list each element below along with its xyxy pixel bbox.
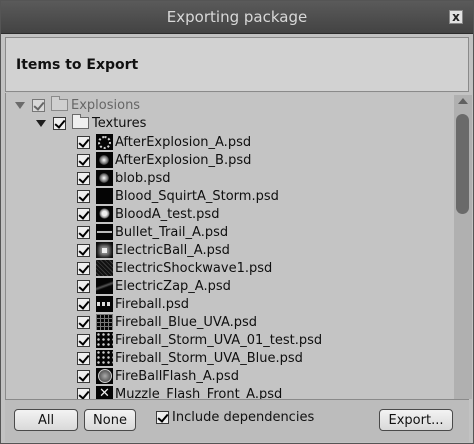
- tree-item-label: Explosions: [71, 97, 141, 113]
- file-checkbox[interactable]: [77, 207, 90, 221]
- file-label: Fireball.psd: [115, 296, 190, 312]
- fire-strip-thumb-icon: [96, 296, 113, 312]
- file-row[interactable]: Bullet_Trail_A.psd: [77, 223, 228, 241]
- select-none-button[interactable]: None: [84, 409, 136, 431]
- file-label: AfterExplosion_B.psd: [115, 152, 252, 168]
- folder-icon: [72, 114, 89, 129]
- file-row[interactable]: ElectricZap_A.psd: [77, 277, 231, 295]
- file-row[interactable]: ElectricBall_A.psd: [77, 241, 230, 259]
- splat-thumb-icon: [96, 206, 113, 222]
- file-label: FireBallFlash_A.psd: [115, 368, 239, 384]
- file-row[interactable]: ElectricShockwave1.psd: [77, 259, 272, 277]
- spark-thumb-icon: [96, 242, 113, 258]
- noise-thumb-icon: [96, 260, 113, 276]
- file-checkbox[interactable]: [77, 351, 90, 365]
- ring-thumb-icon: [96, 134, 113, 150]
- file-row[interactable]: Blood_SquirtA_Storm.psd: [77, 187, 279, 205]
- file-label: blob.psd: [115, 170, 171, 186]
- glow-thumb-icon: [96, 170, 113, 186]
- file-label: Fireball_Storm_UVA_Blue.psd: [115, 350, 303, 366]
- file-checkbox[interactable]: [77, 153, 90, 167]
- file-label: Blood_SquirtA_Storm.psd: [115, 188, 279, 204]
- file-row[interactable]: Fireball.psd: [77, 295, 189, 313]
- file-checkbox[interactable]: [77, 243, 90, 257]
- file-checkbox[interactable]: [77, 189, 90, 203]
- flash-thumb-icon: [96, 368, 113, 384]
- file-label: Fireball_Storm_UVA_01_test.psd: [115, 332, 323, 348]
- select-all-button[interactable]: All: [14, 409, 78, 431]
- include-dependencies-toggle[interactable]: Include dependencies: [156, 410, 314, 425]
- file-checkbox[interactable]: [77, 279, 90, 293]
- file-row[interactable]: Fireball_Storm_UVA_01_test.psd: [77, 331, 322, 349]
- file-checkbox[interactable]: [77, 225, 90, 239]
- tree-row-textures[interactable]: Textures: [36, 114, 146, 132]
- file-row[interactable]: AfterExplosion_A.psd: [77, 133, 251, 151]
- scroll-up-arrow-icon[interactable]: [458, 98, 468, 104]
- file-row[interactable]: AfterExplosion_B.psd: [77, 151, 251, 169]
- file-checkbox[interactable]: [77, 297, 90, 311]
- include-dependencies-checkbox[interactable]: [156, 411, 169, 424]
- items-header: Items to Export: [5, 37, 469, 92]
- vertical-scrollbar[interactable]: [454, 95, 472, 399]
- dots-thumb-icon: [96, 332, 113, 348]
- export-package-window: Exporting package x Items to Export Expl…: [0, 0, 474, 444]
- file-checkbox[interactable]: [77, 261, 90, 275]
- file-row[interactable]: BloodA_test.psd: [77, 205, 219, 223]
- tree-row-explosions[interactable]: Explosions: [15, 96, 140, 114]
- folder-icon: [51, 96, 68, 111]
- export-button[interactable]: Export...: [379, 409, 453, 431]
- file-checkbox[interactable]: [77, 135, 90, 149]
- file-label: ElectricBall_A.psd: [115, 242, 230, 258]
- close-button[interactable]: x: [449, 10, 463, 24]
- file-label: Bullet_Trail_A.psd: [115, 224, 229, 240]
- grid-thumb-icon: [96, 314, 113, 330]
- file-row[interactable]: Fireball_Blue_UVA.psd: [77, 313, 257, 331]
- file-checkbox[interactable]: [77, 171, 90, 185]
- file-checkbox[interactable]: [77, 387, 90, 399]
- file-label: Muzzle_Flash_Front_A.psd: [115, 386, 283, 400]
- explosions-checkbox[interactable]: [32, 98, 45, 112]
- tree-item-label: Textures: [92, 115, 147, 131]
- expand-arrow-icon[interactable]: [36, 119, 46, 127]
- zap-thumb-icon: [96, 278, 113, 294]
- cross-thumb-icon: [96, 386, 113, 399]
- file-label: ElectricShockwave1.psd: [115, 260, 273, 276]
- scrollbar-thumb[interactable]: [456, 114, 469, 214]
- file-checkbox[interactable]: [77, 315, 90, 329]
- file-row[interactable]: blob.psd: [77, 169, 170, 187]
- textures-checkbox[interactable]: [53, 116, 66, 130]
- file-row[interactable]: FireBallFlash_A.psd: [77, 367, 239, 385]
- file-label: AfterExplosion_A.psd: [115, 134, 252, 150]
- footer-bar: All None Include dependencies Export...: [5, 399, 469, 442]
- black-thumb-icon: [96, 188, 113, 204]
- title-bar[interactable]: Exporting package x: [1, 1, 473, 34]
- dots-thumb-icon: [96, 350, 113, 366]
- file-checkbox[interactable]: [77, 333, 90, 347]
- file-row[interactable]: Muzzle_Flash_Front_A.psd: [77, 385, 282, 399]
- file-label: BloodA_test.psd: [115, 206, 220, 222]
- file-label: Fireball_Blue_UVA.psd: [115, 314, 258, 330]
- include-dependencies-label: Include dependencies: [172, 410, 315, 425]
- file-label: ElectricZap_A.psd: [115, 278, 231, 294]
- file-row[interactable]: Fireball_Storm_UVA_Blue.psd: [77, 349, 303, 367]
- line-thumb-icon: [96, 224, 113, 240]
- expand-arrow-icon[interactable]: [15, 101, 25, 109]
- export-tree-list[interactable]: Explosions Textures AfterExplosion_A.psd…: [5, 93, 469, 399]
- items-to-export-heading: Items to Export: [16, 57, 139, 73]
- file-checkbox[interactable]: [77, 369, 90, 383]
- glow-thumb-icon: [96, 152, 113, 168]
- window-title: Exporting package: [166, 8, 308, 26]
